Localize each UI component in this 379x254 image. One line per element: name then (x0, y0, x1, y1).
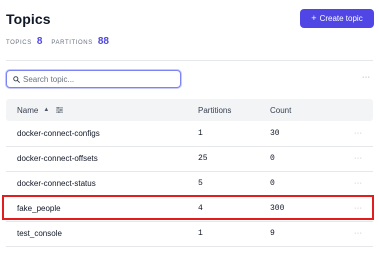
table-row[interactable]: docker-connect-status 5 0 ··· (6, 171, 373, 197)
table-header: Name ▲ Partitions Count (6, 99, 373, 121)
create-topic-label: Create topic (319, 14, 363, 23)
topic-partitions: 5 (198, 179, 203, 188)
table-row[interactable]: docker-connect-configs 1 30 ··· (6, 121, 373, 147)
table-row[interactable]: test_console 1 9 ··· (6, 221, 373, 247)
table-options-more-icon[interactable]: ··· (362, 74, 371, 81)
table-row[interactable]: fake_people 4 300 ··· (6, 196, 373, 222)
topics-count-value: 8 (36, 36, 43, 47)
filter-icon[interactable] (56, 107, 64, 113)
topic-name[interactable]: fake_people (17, 196, 61, 221)
topic-name[interactable]: docker-connect-offsets (17, 146, 98, 171)
sort-ascending-icon[interactable]: ▲ (43, 107, 49, 113)
row-more-icon[interactable]: ··· (354, 171, 363, 196)
topic-partitions: 1 (198, 229, 203, 238)
search-icon (13, 75, 20, 83)
column-header-count[interactable]: Count (270, 99, 291, 121)
row-more-icon[interactable]: ··· (354, 196, 363, 221)
page-title: Topics (6, 11, 51, 27)
plus-icon: + (311, 13, 317, 23)
search-input[interactable] (23, 74, 173, 84)
topic-partitions: 1 (198, 129, 203, 138)
topic-count: 300 (270, 204, 285, 213)
topic-name[interactable]: docker-connect-configs (17, 121, 100, 146)
topic-count: 30 (270, 129, 280, 138)
topics-count-label: TOPICS (6, 40, 32, 46)
table-row[interactable]: docker-connect-offsets 25 0 ··· (6, 146, 373, 172)
topic-partitions: 4 (198, 204, 203, 213)
partitions-count-value: 88 (97, 36, 109, 47)
column-header-name[interactable]: Name ▲ (17, 99, 64, 121)
topic-partitions: 25 (198, 154, 208, 163)
row-more-icon[interactable]: ··· (354, 221, 363, 246)
create-topic-button[interactable]: + Create topic (300, 9, 374, 28)
topic-count: 0 (270, 179, 275, 188)
header-divider (6, 60, 373, 61)
topics-page: Topics + Create topic TOPICS 8 PARTITION… (0, 0, 379, 254)
partitions-count-label: PARTITIONS (51, 40, 93, 46)
topic-count: 0 (270, 154, 275, 163)
topic-count: 9 (270, 229, 275, 238)
column-header-name-label: Name (17, 105, 39, 115)
search-box[interactable] (6, 70, 181, 88)
row-more-icon[interactable]: ··· (354, 121, 363, 146)
row-more-icon[interactable]: ··· (354, 146, 363, 171)
column-header-partitions[interactable]: Partitions (198, 99, 231, 121)
topic-name[interactable]: test_console (17, 221, 62, 246)
topic-name[interactable]: docker-connect-status (17, 171, 96, 196)
topic-stats: TOPICS 8 PARTITIONS 88 (6, 36, 118, 47)
